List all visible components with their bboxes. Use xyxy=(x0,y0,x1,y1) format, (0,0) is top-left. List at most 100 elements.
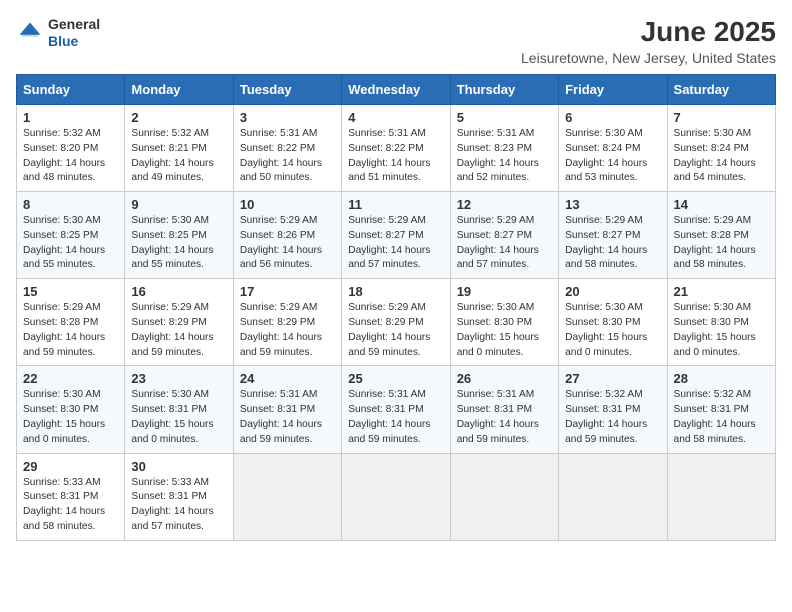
day-info: Sunrise: 5:33 AM Sunset: 8:31 PM Dayligh… xyxy=(131,476,226,535)
day-number: 29 xyxy=(23,459,118,474)
day-info: Sunrise: 5:30 AM Sunset: 8:24 PM Dayligh… xyxy=(565,127,660,186)
calendar-cell: 17 Sunrise: 5:29 AM Sunset: 8:29 PM Dayl… xyxy=(233,279,341,366)
day-info: Sunrise: 5:29 AM Sunset: 8:26 PM Dayligh… xyxy=(240,214,335,273)
calendar-cell: 6 Sunrise: 5:30 AM Sunset: 8:24 PM Dayli… xyxy=(559,105,667,192)
day-info: Sunrise: 5:29 AM Sunset: 8:27 PM Dayligh… xyxy=(348,214,443,273)
day-number: 13 xyxy=(565,197,660,212)
calendar-cell xyxy=(233,453,341,540)
day-info: Sunrise: 5:30 AM Sunset: 8:31 PM Dayligh… xyxy=(131,388,226,447)
weekday-header-thursday: Thursday xyxy=(450,75,558,105)
day-info: Sunrise: 5:31 AM Sunset: 8:31 PM Dayligh… xyxy=(457,388,552,447)
day-number: 17 xyxy=(240,284,335,299)
day-info: Sunrise: 5:29 AM Sunset: 8:28 PM Dayligh… xyxy=(674,214,769,273)
day-info: Sunrise: 5:31 AM Sunset: 8:31 PM Dayligh… xyxy=(348,388,443,447)
day-info: Sunrise: 5:29 AM Sunset: 8:28 PM Dayligh… xyxy=(23,301,118,360)
day-info: Sunrise: 5:30 AM Sunset: 8:24 PM Dayligh… xyxy=(674,127,769,186)
calendar-cell: 13 Sunrise: 5:29 AM Sunset: 8:27 PM Dayl… xyxy=(559,192,667,279)
day-number: 3 xyxy=(240,110,335,125)
calendar-cell xyxy=(559,453,667,540)
day-info: Sunrise: 5:30 AM Sunset: 8:25 PM Dayligh… xyxy=(23,214,118,273)
calendar-cell: 19 Sunrise: 5:30 AM Sunset: 8:30 PM Dayl… xyxy=(450,279,558,366)
calendar-cell: 8 Sunrise: 5:30 AM Sunset: 8:25 PM Dayli… xyxy=(17,192,125,279)
day-info: Sunrise: 5:30 AM Sunset: 8:30 PM Dayligh… xyxy=(23,388,118,447)
calendar-cell: 23 Sunrise: 5:30 AM Sunset: 8:31 PM Dayl… xyxy=(125,366,233,453)
day-info: Sunrise: 5:29 AM Sunset: 8:27 PM Dayligh… xyxy=(457,214,552,273)
calendar-cell: 9 Sunrise: 5:30 AM Sunset: 8:25 PM Dayli… xyxy=(125,192,233,279)
day-number: 28 xyxy=(674,371,769,386)
day-number: 4 xyxy=(348,110,443,125)
calendar-cell: 12 Sunrise: 5:29 AM Sunset: 8:27 PM Dayl… xyxy=(450,192,558,279)
weekday-header-sunday: Sunday xyxy=(17,75,125,105)
calendar-cell: 24 Sunrise: 5:31 AM Sunset: 8:31 PM Dayl… xyxy=(233,366,341,453)
day-number: 27 xyxy=(565,371,660,386)
calendar-cell: 5 Sunrise: 5:31 AM Sunset: 8:23 PM Dayli… xyxy=(450,105,558,192)
day-number: 18 xyxy=(348,284,443,299)
day-number: 9 xyxy=(131,197,226,212)
weekday-header-monday: Monday xyxy=(125,75,233,105)
day-number: 1 xyxy=(23,110,118,125)
day-info: Sunrise: 5:32 AM Sunset: 8:20 PM Dayligh… xyxy=(23,127,118,186)
calendar-table: SundayMondayTuesdayWednesdayThursdayFrid… xyxy=(16,74,776,541)
logo-icon xyxy=(16,19,44,47)
day-number: 15 xyxy=(23,284,118,299)
calendar-cell: 27 Sunrise: 5:32 AM Sunset: 8:31 PM Dayl… xyxy=(559,366,667,453)
day-number: 24 xyxy=(240,371,335,386)
day-number: 10 xyxy=(240,197,335,212)
calendar-cell: 29 Sunrise: 5:33 AM Sunset: 8:31 PM Dayl… xyxy=(17,453,125,540)
day-number: 23 xyxy=(131,371,226,386)
day-info: Sunrise: 5:31 AM Sunset: 8:23 PM Dayligh… xyxy=(457,127,552,186)
calendar-cell: 4 Sunrise: 5:31 AM Sunset: 8:22 PM Dayli… xyxy=(342,105,450,192)
day-info: Sunrise: 5:31 AM Sunset: 8:31 PM Dayligh… xyxy=(240,388,335,447)
day-info: Sunrise: 5:32 AM Sunset: 8:31 PM Dayligh… xyxy=(674,388,769,447)
calendar-cell xyxy=(667,453,775,540)
weekday-header-saturday: Saturday xyxy=(667,75,775,105)
day-info: Sunrise: 5:30 AM Sunset: 8:30 PM Dayligh… xyxy=(674,301,769,360)
day-number: 19 xyxy=(457,284,552,299)
calendar-cell: 28 Sunrise: 5:32 AM Sunset: 8:31 PM Dayl… xyxy=(667,366,775,453)
day-info: Sunrise: 5:29 AM Sunset: 8:29 PM Dayligh… xyxy=(240,301,335,360)
day-number: 21 xyxy=(674,284,769,299)
logo-general-text: General xyxy=(48,16,100,33)
calendar-cell: 26 Sunrise: 5:31 AM Sunset: 8:31 PM Dayl… xyxy=(450,366,558,453)
day-info: Sunrise: 5:31 AM Sunset: 8:22 PM Dayligh… xyxy=(240,127,335,186)
calendar-cell: 30 Sunrise: 5:33 AM Sunset: 8:31 PM Dayl… xyxy=(125,453,233,540)
calendar-cell: 22 Sunrise: 5:30 AM Sunset: 8:30 PM Dayl… xyxy=(17,366,125,453)
weekday-header-row: SundayMondayTuesdayWednesdayThursdayFrid… xyxy=(17,75,776,105)
day-number: 12 xyxy=(457,197,552,212)
calendar-cell: 25 Sunrise: 5:31 AM Sunset: 8:31 PM Dayl… xyxy=(342,366,450,453)
calendar-cell: 3 Sunrise: 5:31 AM Sunset: 8:22 PM Dayli… xyxy=(233,105,341,192)
day-info: Sunrise: 5:29 AM Sunset: 8:29 PM Dayligh… xyxy=(348,301,443,360)
page-header: General Blue June 2025 Leisuretowne, New… xyxy=(16,16,776,66)
day-number: 6 xyxy=(565,110,660,125)
day-info: Sunrise: 5:32 AM Sunset: 8:31 PM Dayligh… xyxy=(565,388,660,447)
day-number: 2 xyxy=(131,110,226,125)
calendar-cell: 11 Sunrise: 5:29 AM Sunset: 8:27 PM Dayl… xyxy=(342,192,450,279)
weekday-header-wednesday: Wednesday xyxy=(342,75,450,105)
day-number: 30 xyxy=(131,459,226,474)
calendar-week-row: 1 Sunrise: 5:32 AM Sunset: 8:20 PM Dayli… xyxy=(17,105,776,192)
calendar-cell: 18 Sunrise: 5:29 AM Sunset: 8:29 PM Dayl… xyxy=(342,279,450,366)
calendar-cell: 21 Sunrise: 5:30 AM Sunset: 8:30 PM Dayl… xyxy=(667,279,775,366)
day-number: 14 xyxy=(674,197,769,212)
calendar-cell xyxy=(342,453,450,540)
day-number: 7 xyxy=(674,110,769,125)
day-info: Sunrise: 5:30 AM Sunset: 8:25 PM Dayligh… xyxy=(131,214,226,273)
calendar-cell: 20 Sunrise: 5:30 AM Sunset: 8:30 PM Dayl… xyxy=(559,279,667,366)
weekday-header-friday: Friday xyxy=(559,75,667,105)
calendar-cell: 2 Sunrise: 5:32 AM Sunset: 8:21 PM Dayli… xyxy=(125,105,233,192)
location-subtitle: Leisuretowne, New Jersey, United States xyxy=(521,50,776,66)
title-block: June 2025 Leisuretowne, New Jersey, Unit… xyxy=(521,16,776,66)
day-info: Sunrise: 5:30 AM Sunset: 8:30 PM Dayligh… xyxy=(457,301,552,360)
calendar-week-row: 8 Sunrise: 5:30 AM Sunset: 8:25 PM Dayli… xyxy=(17,192,776,279)
calendar-cell: 14 Sunrise: 5:29 AM Sunset: 8:28 PM Dayl… xyxy=(667,192,775,279)
calendar-week-row: 29 Sunrise: 5:33 AM Sunset: 8:31 PM Dayl… xyxy=(17,453,776,540)
calendar-cell: 15 Sunrise: 5:29 AM Sunset: 8:28 PM Dayl… xyxy=(17,279,125,366)
day-info: Sunrise: 5:29 AM Sunset: 8:29 PM Dayligh… xyxy=(131,301,226,360)
day-info: Sunrise: 5:32 AM Sunset: 8:21 PM Dayligh… xyxy=(131,127,226,186)
day-number: 8 xyxy=(23,197,118,212)
calendar-cell: 16 Sunrise: 5:29 AM Sunset: 8:29 PM Dayl… xyxy=(125,279,233,366)
day-number: 16 xyxy=(131,284,226,299)
day-number: 11 xyxy=(348,197,443,212)
day-number: 5 xyxy=(457,110,552,125)
day-info: Sunrise: 5:31 AM Sunset: 8:22 PM Dayligh… xyxy=(348,127,443,186)
